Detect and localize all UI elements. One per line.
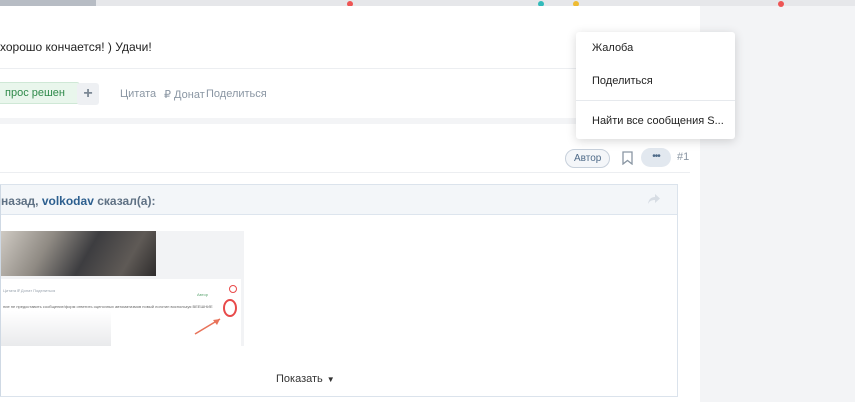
highlight-circle [223, 299, 237, 317]
author-badge: Автор [565, 149, 611, 168]
bookmark-icon[interactable] [622, 151, 633, 165]
arrow-icon [194, 318, 221, 335]
menu-item-share[interactable]: Поделиться [592, 75, 653, 87]
screenshot-fade [1, 311, 111, 346]
menu-divider [576, 100, 735, 101]
plus-button[interactable]: + [77, 83, 99, 105]
post-text: хорошо кончается! ) Удачи! [0, 40, 152, 54]
go-to-quote-icon[interactable] [647, 193, 661, 205]
question-solved-button[interactable]: прос решен [0, 82, 81, 104]
quote-link[interactable]: Цитата [120, 88, 156, 100]
post-options-menu: Жалоба Поделиться Найти все сообщения S.… [576, 32, 735, 139]
quote-header: назад, volkodav сказал(а): [1, 185, 677, 215]
menu-item-report[interactable]: Жалоба [592, 42, 633, 54]
current-post: Автор ••• #1 назад, volkodav сказал(а): … [0, 124, 700, 402]
quoted-screenshot-image: Цитата ₽ Донат Поделиться Автор ние не п… [1, 231, 271, 346]
menu-item-find-all-posts[interactable]: Найти все сообщения S... [592, 115, 724, 127]
post-number-link[interactable]: #1 [677, 151, 689, 163]
screenshot-panel [244, 231, 271, 346]
divider [0, 172, 690, 173]
quote-attribution: назад, volkodav сказал(а): [1, 194, 156, 208]
quote-username-link[interactable]: volkodav [42, 194, 94, 208]
caret-down-icon: ▼ [326, 375, 335, 384]
highlight-dot [229, 285, 237, 293]
screenshot-photo [1, 231, 156, 276]
donate-link[interactable]: ₽ Донат [164, 88, 205, 101]
emoji-icon [778, 1, 784, 7]
show-more-button[interactable]: Показать ▼ [276, 373, 335, 385]
more-options-button[interactable]: ••• [641, 148, 671, 167]
share-link[interactable]: Поделиться [206, 88, 267, 100]
quote-block: назад, volkodav сказал(а): Цитата ₽ Дона… [0, 184, 678, 397]
